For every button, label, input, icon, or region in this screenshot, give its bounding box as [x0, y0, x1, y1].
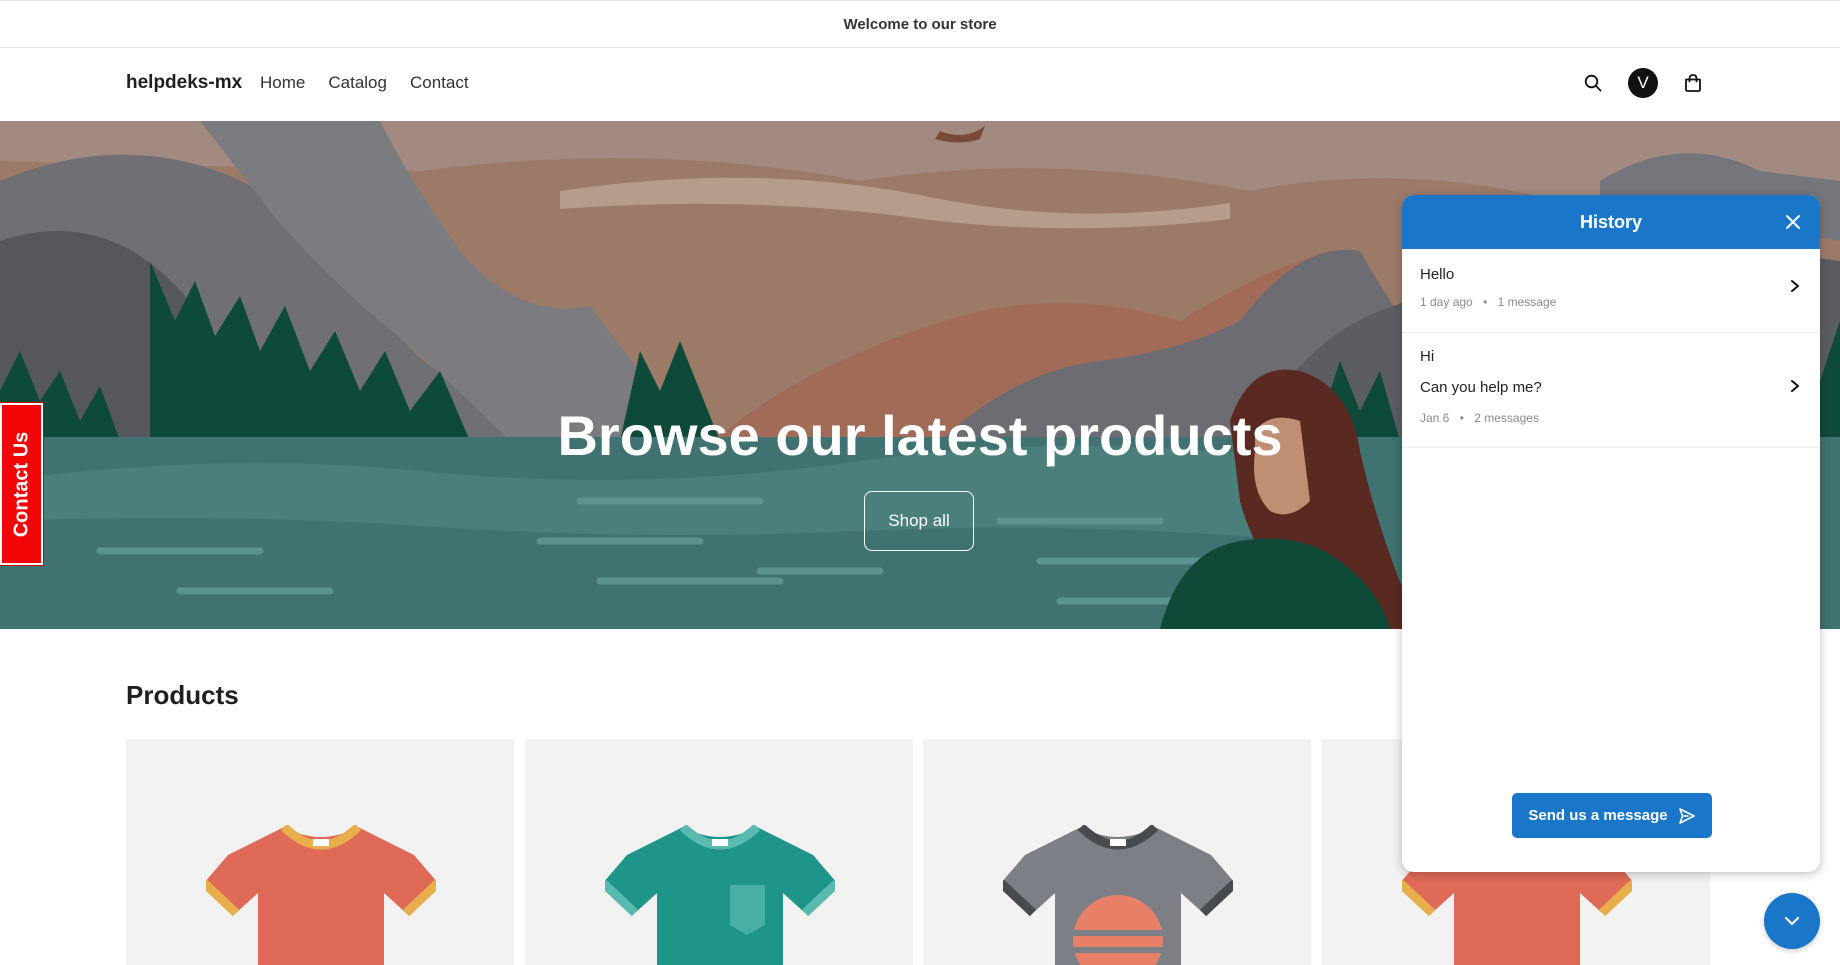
nav-home[interactable]: Home [260, 73, 305, 93]
tshirt-red-image [206, 825, 436, 965]
chat-thread[interactable]: Hello 1 day ago • 1 message [1402, 249, 1820, 333]
send-icon [1678, 807, 1695, 824]
store-logo[interactable]: helpdeks-mx [126, 72, 242, 94]
send-message-button[interactable]: Send us a message [1512, 793, 1712, 838]
chat-header: History [1402, 195, 1820, 249]
chat-widget: History Hello 1 day ago • 1 message Hi C… [1402, 195, 1820, 872]
tshirt-teal-image [605, 825, 835, 965]
site-header: helpdeks-mx Home Catalog Contact V [0, 48, 1840, 121]
chat-launcher-button[interactable] [1764, 893, 1820, 949]
send-message-label: Send us a message [1528, 807, 1668, 824]
thread-preview: Hello [1420, 266, 1455, 283]
thread-meta: Jan 6 • 2 messages [1420, 411, 1539, 425]
meta-separator: • [1483, 295, 1488, 309]
thread-meta: 1 day ago • 1 message [1420, 295, 1556, 309]
thread-preview: Can you help me? [1420, 379, 1542, 396]
product-card[interactable] [525, 739, 913, 965]
main-nav: Home Catalog Contact [260, 73, 469, 93]
product-card[interactable] [923, 739, 1311, 965]
chevron-right-icon [1791, 380, 1799, 392]
thread-count: 1 message [1497, 295, 1557, 309]
thread-preview: Hi [1420, 348, 1435, 365]
nav-contact[interactable]: Contact [410, 73, 469, 93]
meta-separator: • [1459, 411, 1464, 425]
user-avatar[interactable]: V [1628, 68, 1658, 98]
product-card[interactable] [126, 739, 514, 965]
contact-us-tab[interactable]: Contact Us [0, 403, 43, 565]
thread-count: 2 messages [1474, 411, 1539, 425]
products-heading: Products [126, 680, 239, 710]
thread-time: 1 day ago [1420, 295, 1473, 309]
tshirt-gray-image [1003, 825, 1233, 965]
thread-time: Jan 6 [1420, 411, 1450, 425]
announcement-bar: Welcome to our store [0, 0, 1840, 48]
cart-icon[interactable] [1678, 68, 1708, 98]
close-icon[interactable] [1780, 209, 1806, 235]
announcement-text: Welcome to our store [843, 15, 997, 33]
nav-catalog[interactable]: Catalog [328, 73, 387, 93]
search-icon[interactable] [1578, 68, 1608, 98]
contact-us-label: Contact Us [10, 431, 33, 537]
header-actions: V [1578, 68, 1708, 98]
chat-thread[interactable]: Hi Can you help me? Jan 6 • 2 messages [1402, 333, 1820, 448]
chevron-right-icon [1791, 280, 1799, 292]
shop-all-button[interactable]: Shop all [864, 491, 974, 551]
chevron-down-icon [1784, 916, 1800, 926]
chat-title: History [1579, 211, 1642, 232]
